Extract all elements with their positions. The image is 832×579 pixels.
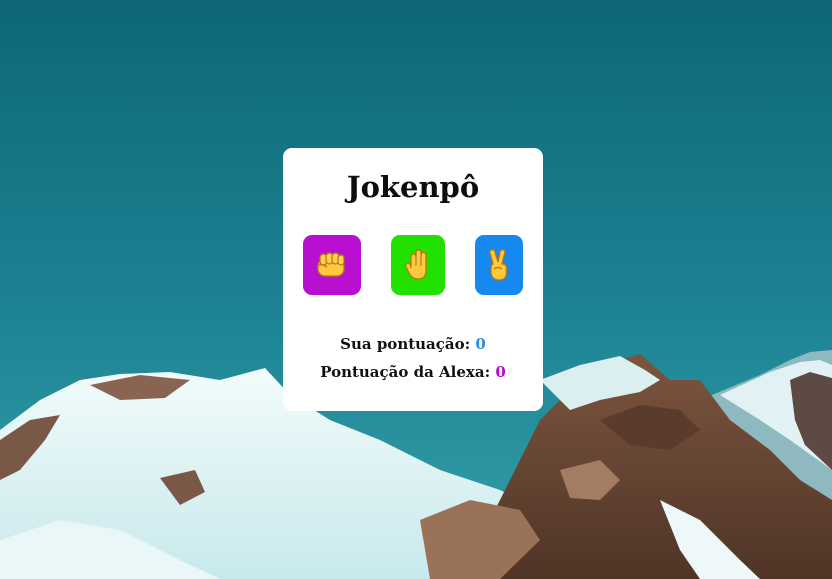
paper-button[interactable] [391, 235, 445, 295]
victory-hand-icon [486, 248, 512, 282]
player-score-label: Sua pontuação: [340, 335, 471, 353]
fist-icon [315, 250, 349, 280]
game-card: Jokenpô Sua pontuação: 0 Pontuação da Al… [283, 148, 543, 411]
raised-hand-icon [403, 248, 433, 282]
scissors-button[interactable] [475, 235, 523, 295]
alexa-score-label: Pontuação da Alexa: [320, 363, 491, 381]
rock-button[interactable] [303, 235, 361, 295]
player-score: Sua pontuação: 0 [283, 335, 543, 353]
player-score-value: 0 [475, 335, 486, 353]
game-title: Jokenpô [346, 170, 480, 204]
alexa-score: Pontuação da Alexa: 0 [283, 363, 543, 381]
alexa-score-value: 0 [495, 363, 506, 381]
